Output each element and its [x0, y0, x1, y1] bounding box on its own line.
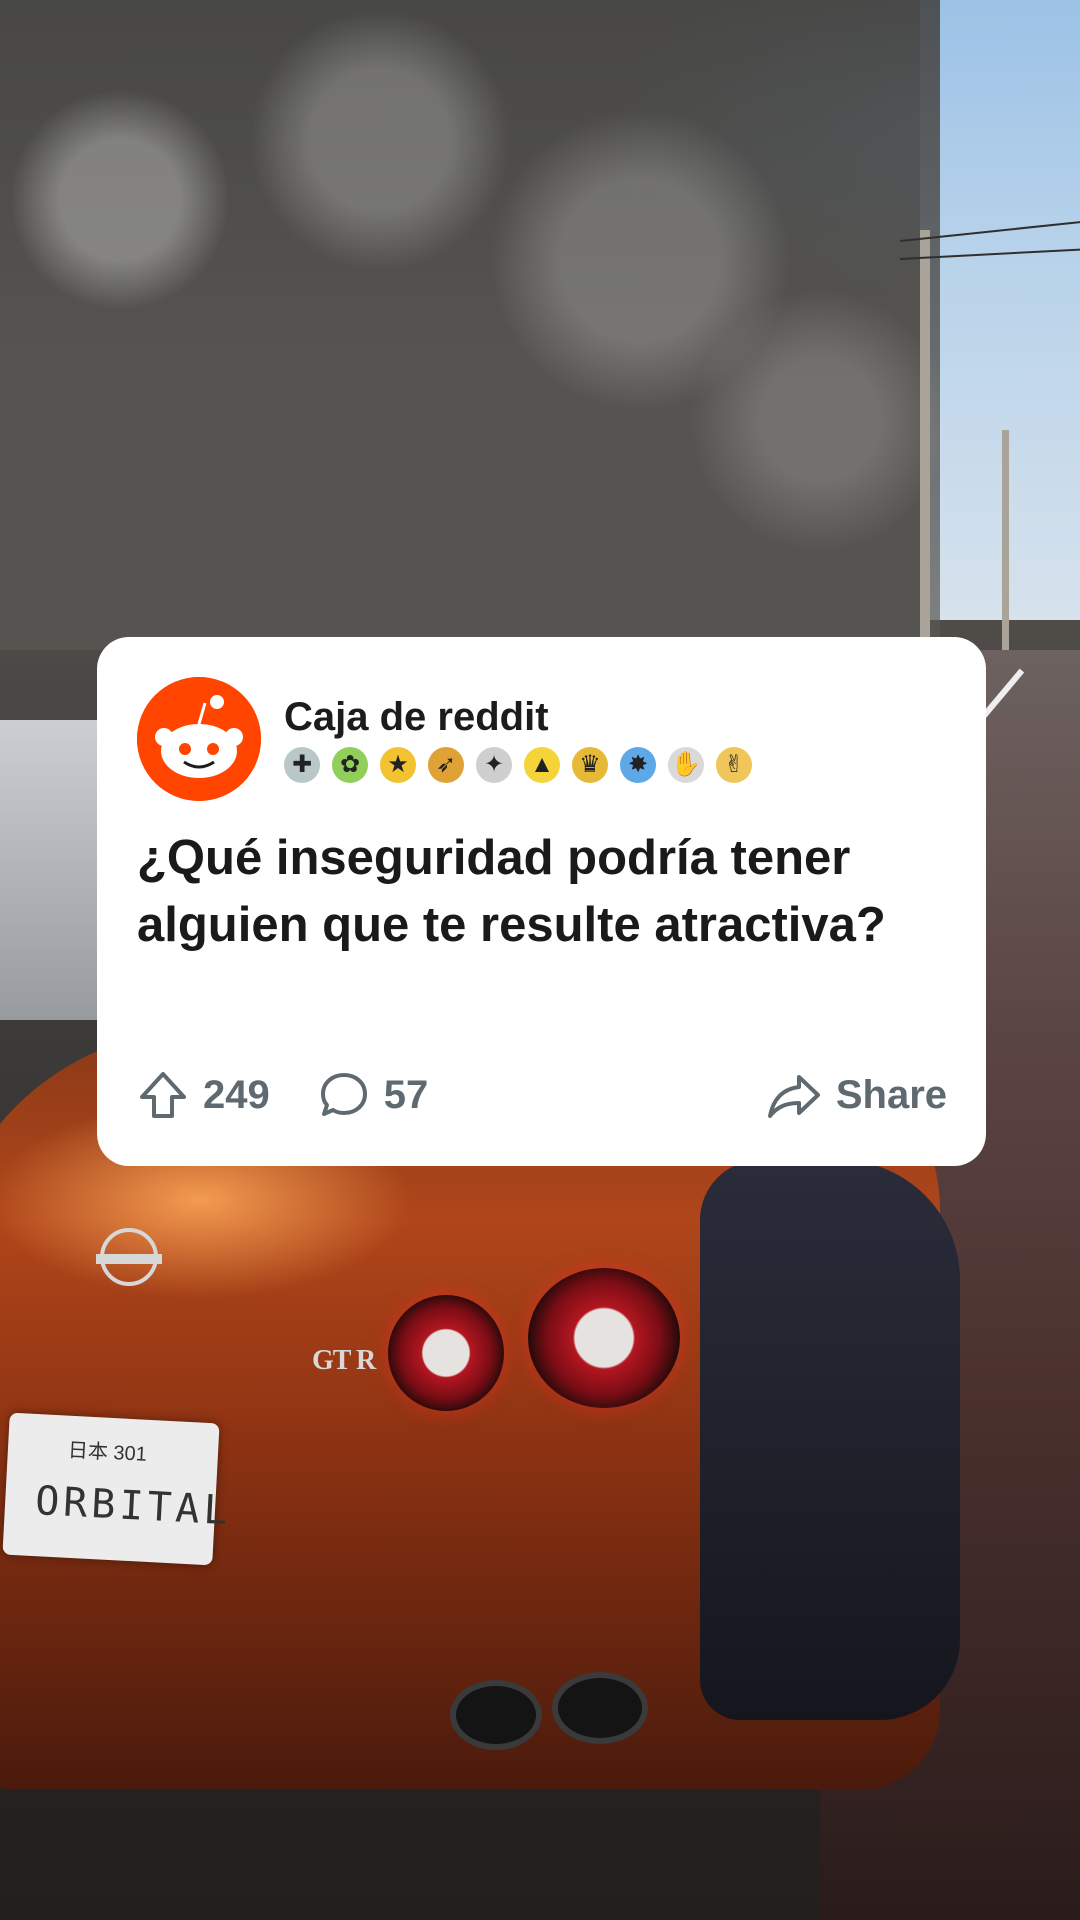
share-button[interactable]: Share [766, 1069, 947, 1121]
post-author[interactable]: Caja de reddit [284, 695, 549, 740]
clover-icon: ✿ [332, 747, 368, 783]
car-badge: GT R [312, 1345, 376, 1376]
thumbs-up-icon: ✌ [716, 747, 752, 783]
clap-icon: ✋ [668, 747, 704, 783]
taillight [528, 1268, 680, 1408]
share-label: Share [835, 1072, 947, 1117]
sky [920, 0, 1080, 620]
car-side [700, 1160, 960, 1720]
upvote-count: 249 [203, 1072, 270, 1117]
car-emblem-icon [96, 1228, 162, 1286]
post-title[interactable]: ¿Qué inseguridad podría tener alguien qu… [137, 825, 937, 959]
license-plate: 日本 301 ORBITAL [2, 1412, 233, 1566]
utility-pole [920, 230, 930, 650]
reddit-logo-avatar[interactable] [137, 677, 261, 801]
trophy-icon: ♛ [572, 747, 608, 783]
rocket-icon: ➶ [428, 747, 464, 783]
up-arrow-award-icon: ▲ [524, 747, 560, 783]
reddit-post-card: Caja de reddit ✚ ✿ ★ ➶ ✦ ▲ ♛ ✸ ✋ ✌ ¿Qué insegurid… [97, 637, 986, 1166]
taillight [388, 1295, 504, 1411]
snowy-forest [0, 0, 940, 650]
exhaust-pipe [450, 1680, 542, 1750]
reddit-snoo-icon [137, 677, 261, 801]
comment-count: 57 [383, 1072, 429, 1117]
upvote-arrow-icon [140, 1072, 186, 1118]
medal-icon: ✚ [284, 747, 320, 783]
plate-main-text: ORBITAL [34, 1478, 233, 1535]
share-arrow-icon [767, 1075, 820, 1118]
awards-row: ✚ ✿ ★ ➶ ✦ ▲ ♛ ✸ ✋ ✌ [284, 747, 752, 783]
burst-icon: ✸ [620, 747, 656, 783]
upvote-button[interactable]: 249 [137, 1069, 270, 1121]
exhaust-pipe [552, 1672, 648, 1744]
comment-bubble-icon [320, 1073, 367, 1116]
utility-pole [1002, 430, 1009, 660]
post-actions: 249 57 Share [137, 1065, 947, 1125]
comments-button[interactable]: 57 [318, 1069, 429, 1121]
star-icon: ★ [380, 747, 416, 783]
mask-icon: ✦ [476, 747, 512, 783]
plate-top-text: 日本 301 [67, 1439, 148, 1466]
